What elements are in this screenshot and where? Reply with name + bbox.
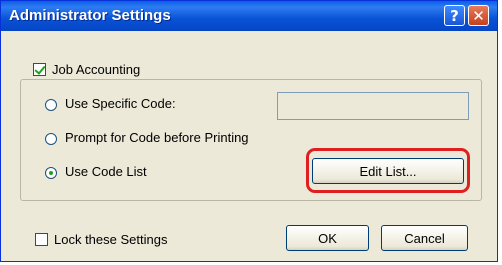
prompt-for-code-label: Prompt for Code before Printing bbox=[65, 130, 249, 145]
use-code-list-radio[interactable] bbox=[45, 167, 57, 179]
lock-settings-row[interactable]: Lock these Settings bbox=[35, 232, 167, 247]
window-title: Administrator Settings bbox=[9, 7, 171, 24]
use-specific-code-label: Use Specific Code: bbox=[65, 96, 176, 111]
ok-button[interactable]: OK bbox=[286, 225, 369, 251]
administrator-settings-dialog: Administrator Settings ? ✕ Job Accountin… bbox=[0, 0, 498, 262]
job-accounting-checkbox-row[interactable]: Job Accounting bbox=[31, 62, 147, 77]
close-icon: ✕ bbox=[472, 6, 485, 25]
lock-settings-label: Lock these Settings bbox=[54, 232, 168, 247]
help-icon: ? bbox=[450, 6, 459, 25]
ok-label: OK bbox=[318, 230, 337, 246]
cancel-button[interactable]: Cancel bbox=[381, 225, 468, 251]
job-accounting-checkbox[interactable] bbox=[33, 63, 46, 76]
prompt-for-code-radio[interactable] bbox=[45, 133, 57, 145]
job-accounting-label: Job Accounting bbox=[52, 62, 141, 77]
specific-code-field bbox=[277, 92, 469, 120]
use-specific-code-radio[interactable] bbox=[45, 99, 57, 111]
title-bar: Administrator Settings ? ✕ bbox=[1, 1, 497, 31]
close-button[interactable]: ✕ bbox=[468, 5, 489, 26]
edit-list-button[interactable]: Edit List... bbox=[312, 158, 464, 184]
help-button[interactable]: ? bbox=[444, 5, 465, 26]
use-code-list-label: Use Code List bbox=[65, 164, 147, 179]
edit-list-label: Edit List... bbox=[359, 163, 417, 179]
lock-settings-checkbox[interactable] bbox=[35, 233, 48, 246]
cancel-label: Cancel bbox=[404, 230, 445, 246]
